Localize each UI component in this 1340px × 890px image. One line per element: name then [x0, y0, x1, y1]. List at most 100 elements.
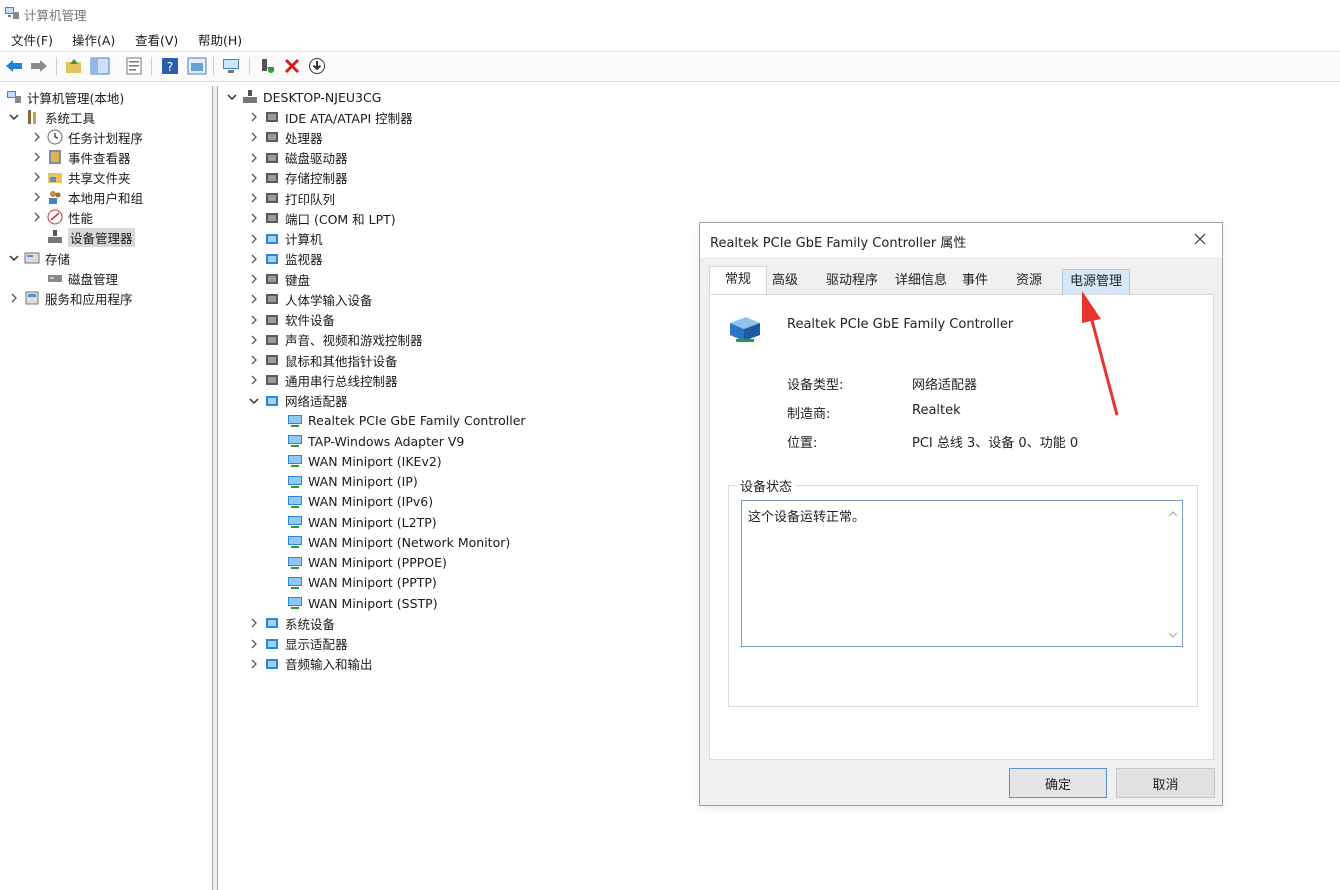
chevron-right-icon[interactable] — [248, 152, 260, 164]
chevron-right-icon[interactable] — [248, 192, 260, 204]
network-adapter-item[interactable]: WAN Miniport (IPv6) — [287, 492, 433, 512]
tree-node-system-tools[interactable]: 系统工具 — [8, 107, 95, 127]
chevron-right-icon[interactable] — [248, 314, 260, 326]
device-category[interactable]: 通用串行总线控制器 — [248, 370, 398, 390]
chevron-right-icon[interactable] — [8, 292, 20, 304]
tree-node-shared-folders[interactable]: 共享文件夹 — [31, 167, 131, 187]
chevron-down-icon[interactable] — [8, 252, 20, 264]
device-category[interactable]: 键盘 — [248, 269, 310, 289]
chevron-right-icon[interactable] — [248, 212, 260, 224]
tab-resources[interactable]: 资源 — [1012, 269, 1046, 293]
device-category[interactable]: 端口 (COM 和 LPT) — [248, 208, 396, 228]
device-category[interactable]: IDE ATA/ATAPI 控制器 — [248, 107, 413, 127]
tree-node-services[interactable]: 服务和应用程序 — [8, 288, 133, 308]
sound-icon — [266, 334, 278, 345]
tree-node-root[interactable]: 计算机管理(本地) — [6, 87, 124, 107]
chevron-down-icon[interactable] — [226, 91, 238, 103]
device-category[interactable]: 打印队列 — [248, 188, 335, 208]
device-category[interactable]: 磁盘驱动器 — [248, 148, 348, 168]
enable-device-icon[interactable] — [257, 57, 277, 75]
chevron-right-icon[interactable] — [248, 233, 260, 245]
tree-node-event-viewer[interactable]: 事件查看器 — [31, 147, 131, 167]
tab-details[interactable]: 详细信息 — [890, 269, 952, 293]
scroll-up-icon[interactable] — [1168, 509, 1178, 519]
close-icon[interactable] — [1192, 231, 1208, 247]
device-category[interactable]: 网络适配器 — [248, 391, 348, 411]
network-adapter-item[interactable]: WAN Miniport (IP) — [287, 472, 418, 492]
network-adapter-item[interactable]: WAN Miniport (PPPOE) — [287, 553, 447, 573]
device-category[interactable]: 系统设备 — [248, 613, 335, 633]
menu-help[interactable]: 帮助(H) — [198, 30, 242, 49]
tree-node-task-scheduler[interactable]: 任务计划程序 — [31, 127, 143, 147]
back-arrow-icon[interactable] — [4, 57, 24, 75]
export-icon[interactable] — [187, 57, 207, 75]
tree-label: 系统工具 — [45, 110, 96, 126]
chevron-right-icon[interactable] — [248, 273, 260, 285]
chevron-right-icon[interactable] — [248, 172, 260, 184]
device-root[interactable]: DESKTOP-NJEU3CG — [226, 87, 381, 107]
tree-node-performance[interactable]: 性能 — [31, 207, 93, 227]
chevron-right-icon[interactable] — [248, 354, 260, 366]
chevron-right-icon[interactable] — [31, 191, 43, 203]
device-category[interactable]: 音频输入和输出 — [248, 654, 373, 674]
network-adapter-item[interactable]: WAN Miniport (Network Monitor) — [287, 532, 510, 552]
console-tree-pane[interactable]: 计算机管理(本地) 系统工具 任务计划程序 事件查看器 共享文件夹 本地用户和组… — [0, 86, 213, 890]
chevron-right-icon[interactable] — [248, 658, 260, 670]
properties-icon[interactable] — [124, 57, 144, 75]
tree-node-local-users[interactable]: 本地用户和组 — [31, 187, 143, 207]
device-category[interactable]: 人体学输入设备 — [248, 289, 373, 309]
chevron-right-icon[interactable] — [31, 131, 43, 143]
chevron-right-icon[interactable] — [248, 638, 260, 650]
services-icon — [25, 291, 39, 305]
chevron-right-icon[interactable] — [248, 253, 260, 265]
chevron-right-icon[interactable] — [31, 151, 43, 163]
device-category[interactable]: 处理器 — [248, 127, 323, 147]
chevron-down-icon[interactable] — [248, 395, 260, 407]
network-adapter-item[interactable]: WAN Miniport (SSTP) — [287, 593, 438, 613]
device-status-textbox[interactable]: 这个设备运转正常。 — [741, 500, 1183, 647]
port-icon — [266, 213, 278, 224]
tab-driver[interactable]: 驱动程序 — [821, 269, 883, 293]
tree-node-device-manager[interactable]: 设备管理器 — [47, 227, 135, 247]
menu-file[interactable]: 文件(F) — [11, 30, 53, 49]
tree-node-disk-management[interactable]: 磁盘管理 — [47, 268, 118, 288]
chevron-right-icon[interactable] — [248, 131, 260, 143]
tab-general[interactable]: 常规 — [709, 266, 767, 295]
help-icon[interactable]: ? — [160, 57, 180, 75]
device-category[interactable]: 软件设备 — [248, 310, 335, 330]
up-folder-icon[interactable] — [64, 57, 84, 75]
device-category[interactable]: 显示适配器 — [248, 634, 348, 654]
tab-advanced[interactable]: 高级 — [768, 269, 802, 293]
chevron-right-icon[interactable] — [248, 617, 260, 629]
ok-button[interactable]: 确定 — [1009, 768, 1107, 798]
menu-view[interactable]: 查看(V) — [135, 30, 178, 49]
show-tree-icon[interactable] — [90, 57, 110, 75]
chevron-right-icon[interactable] — [248, 111, 260, 123]
chevron-right-icon[interactable] — [31, 171, 43, 183]
device-category[interactable]: 鼠标和其他指针设备 — [248, 350, 398, 370]
cancel-button[interactable]: 取消 — [1116, 768, 1215, 798]
network-adapter-item[interactable]: WAN Miniport (IKEv2) — [287, 451, 442, 471]
network-adapter-item[interactable]: TAP-Windows Adapter V9 — [287, 431, 464, 451]
device-category[interactable]: 计算机 — [248, 229, 323, 249]
network-adapter-item[interactable]: WAN Miniport (PPTP) — [287, 573, 437, 593]
chevron-right-icon[interactable] — [31, 211, 43, 223]
chevron-right-icon[interactable] — [248, 334, 260, 346]
download-driver-icon[interactable] — [307, 57, 327, 75]
chevron-right-icon[interactable] — [248, 374, 260, 386]
chevron-right-icon[interactable] — [248, 293, 260, 305]
network-adapter-item[interactable]: WAN Miniport (L2TP) — [287, 512, 437, 532]
network-adapter-item[interactable]: Realtek PCIe GbE Family Controller — [287, 411, 526, 431]
chevron-down-icon[interactable] — [8, 111, 20, 123]
tab-events[interactable]: 事件 — [958, 269, 992, 293]
tree-node-storage[interactable]: 存储 — [8, 248, 70, 268]
device-category[interactable]: 监视器 — [248, 249, 323, 269]
forward-arrow-icon[interactable] — [29, 57, 49, 75]
menu-action[interactable]: 操作(A) — [72, 30, 115, 49]
device-category[interactable]: 声音、视频和游戏控制器 — [248, 330, 423, 350]
device-category[interactable]: 存储控制器 — [248, 168, 348, 188]
computer-icon[interactable] — [221, 57, 241, 75]
scroll-down-icon[interactable] — [1168, 630, 1178, 640]
remove-device-icon[interactable] — [282, 57, 302, 75]
device-label: 磁盘驱动器 — [285, 151, 348, 166]
